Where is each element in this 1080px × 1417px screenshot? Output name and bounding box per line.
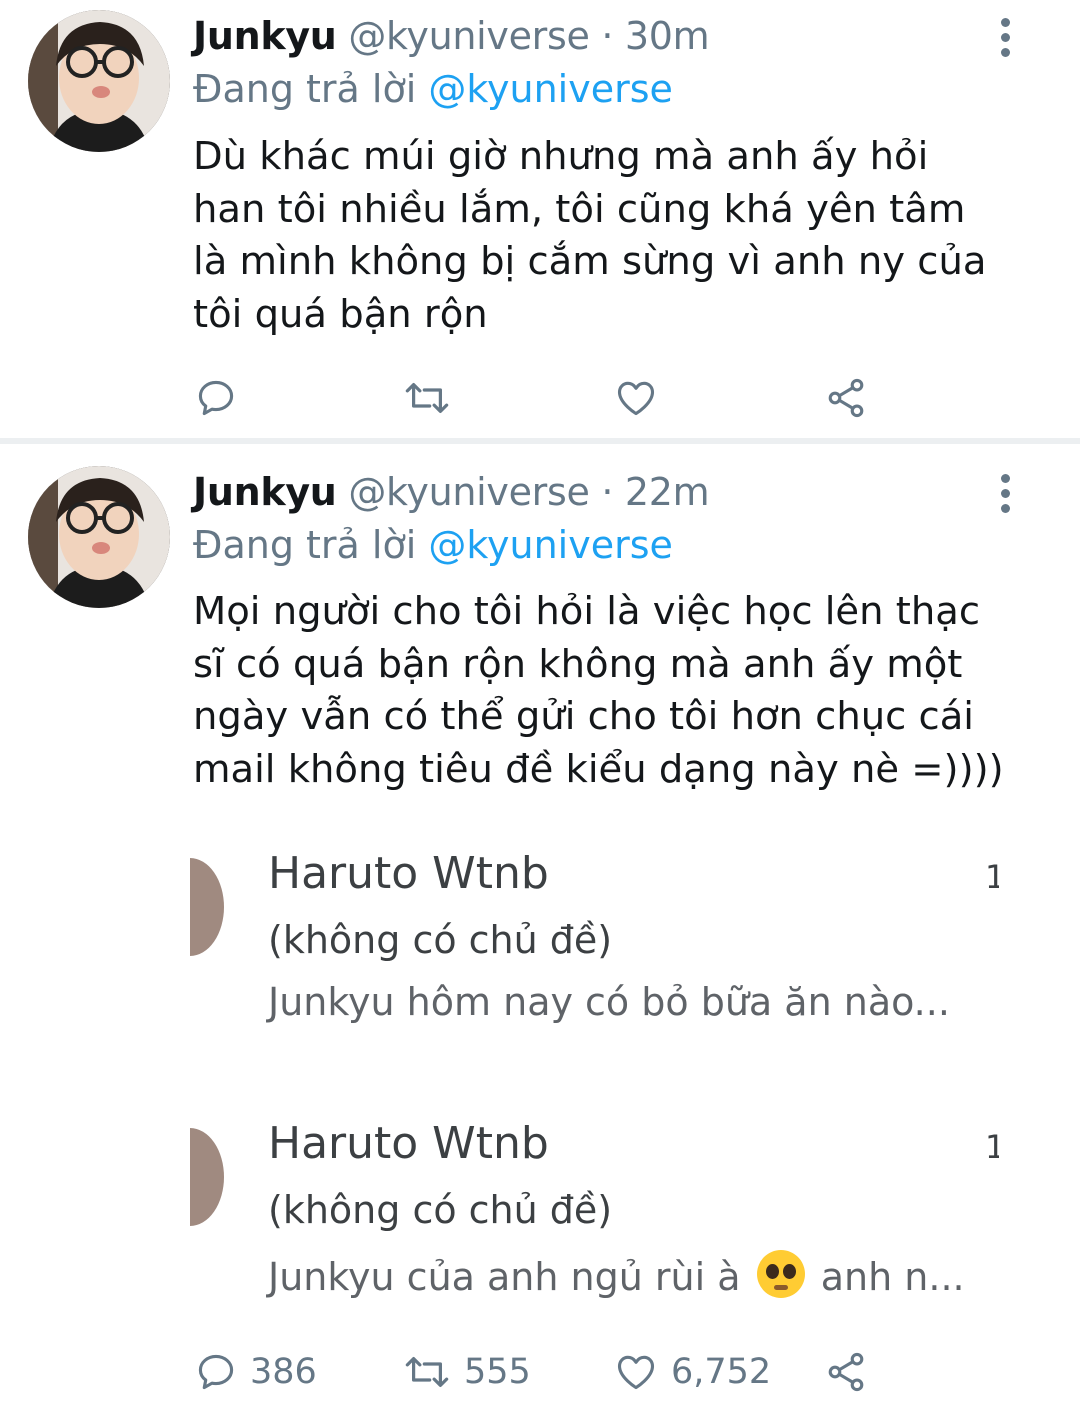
more-vertical-icon[interactable] — [995, 474, 1017, 514]
tweet-text-line: ngày vẫn có thể gửi cho tôi hơn chục cái — [193, 694, 974, 739]
email-subject: (không có chủ đề) — [268, 918, 613, 962]
replying-handle[interactable]: @kyuniverse — [428, 523, 673, 567]
email-sender: Haruto Wtnb — [268, 848, 549, 899]
reply-icon — [198, 380, 234, 416]
reply-button[interactable] — [194, 376, 250, 420]
display-name[interactable]: Junkyu — [193, 14, 337, 58]
email-preview: Junkyu hôm nay có bỏ bữa ăn nào... — [268, 980, 950, 1024]
replying-handle[interactable]: @kyuniverse — [428, 67, 673, 111]
tweet-header: Junkyu @kyuniverse · 30m — [193, 14, 710, 58]
tweet-text-line: tôi quá bận rộn — [193, 291, 488, 337]
separator: · — [601, 470, 614, 514]
tweet-text-line: là mình không bị cắm sừng vì anh ny của — [193, 239, 987, 284]
email-subject: (không có chủ đề) — [268, 1188, 613, 1232]
replying-prefix: Đang trả lời — [193, 67, 417, 111]
reply-icon — [198, 1354, 234, 1390]
email-preview: Junkyu của anh ngủ rùi à anh n... — [268, 1250, 965, 1299]
replying-to: Đang trả lời @kyuniverse — [193, 67, 673, 111]
user-handle[interactable]: @kyuniverse — [348, 470, 590, 514]
retweet-icon — [405, 1357, 449, 1388]
email-preview-text: Junkyu của anh ngủ rùi à — [268, 1255, 741, 1299]
like-icon — [617, 1355, 655, 1390]
email-time: 1 — [985, 1128, 999, 1166]
tweet-1[interactable]: Junkyu @kyuniverse · 30m Đang trả lời @k… — [0, 0, 1080, 440]
tweet-text: Mọi người cho tôi hỏi là việc học lên th… — [193, 586, 1053, 796]
tweet-text-line: Mọi người cho tôi hỏi là việc học lên th… — [193, 589, 981, 634]
share-icon — [828, 378, 864, 418]
tweet-text-line: mail không tiêu đề kiểu dạng này nè =)))… — [193, 746, 1004, 792]
like-count: 6,752 — [671, 1352, 772, 1392]
like-icon — [617, 381, 655, 416]
replying-to: Đang trả lời @kyuniverse — [193, 523, 673, 567]
user-handle[interactable]: @kyuniverse — [348, 14, 590, 58]
email-preview-text: anh n... — [820, 1255, 965, 1299]
retweet-button[interactable]: 555 — [402, 1350, 531, 1394]
email-list-item: Haruto Wtnb 1 (không có chủ đề) Junkyu h… — [190, 844, 1020, 1034]
tweet-time[interactable]: 22m — [625, 470, 710, 514]
pleading-face-emoji — [756, 1250, 805, 1298]
sender-avatar — [190, 858, 224, 956]
replying-prefix: Đang trả lời — [193, 523, 417, 567]
share-icon — [828, 1352, 864, 1392]
user-avatar[interactable] — [28, 10, 170, 152]
retweet-icon — [405, 383, 449, 413]
tweet-actions — [0, 368, 1080, 428]
like-button[interactable]: 6,752 — [613, 1350, 771, 1394]
tweet-text-line: Dù khác múi giờ nhưng mà anh ấy hỏi — [193, 134, 929, 179]
email-sender: Haruto Wtnb — [268, 1118, 549, 1169]
tweet-text-line: sĩ có quá bận rộn không mà anh ấy một — [193, 641, 963, 687]
share-button[interactable] — [823, 376, 869, 420]
display-name[interactable]: Junkyu — [193, 470, 337, 514]
tweet-time[interactable]: 30m — [625, 14, 710, 58]
email-time: 1 — [985, 858, 999, 896]
retweet-button[interactable] — [402, 376, 464, 420]
separator: · — [601, 14, 614, 58]
tweet-text-line: han tôi nhiều lắm, tôi cũng khá yên tâm — [193, 186, 966, 232]
more-vertical-icon[interactable] — [995, 18, 1017, 58]
tweet-text: Dù khác múi giờ nhưng mà anh ấy hỏi han … — [193, 131, 1053, 341]
share-button[interactable] — [823, 1350, 869, 1394]
reply-button[interactable]: 386 — [194, 1350, 317, 1394]
tweet-2[interactable]: Junkyu @kyuniverse · 22m Đang trả lời @k… — [0, 444, 1080, 1417]
reply-count: 386 — [250, 1352, 317, 1392]
email-list-item: Haruto Wtnb 1 (không có chủ đề) Junkyu c… — [190, 1114, 1020, 1304]
like-button[interactable] — [613, 376, 671, 420]
tweet-actions: 386 555 6,752 — [0, 1342, 1080, 1402]
tweet-header: Junkyu @kyuniverse · 22m — [193, 470, 710, 514]
user-avatar[interactable] — [28, 466, 170, 608]
sender-avatar — [190, 1128, 224, 1226]
retweet-count: 555 — [464, 1352, 531, 1392]
